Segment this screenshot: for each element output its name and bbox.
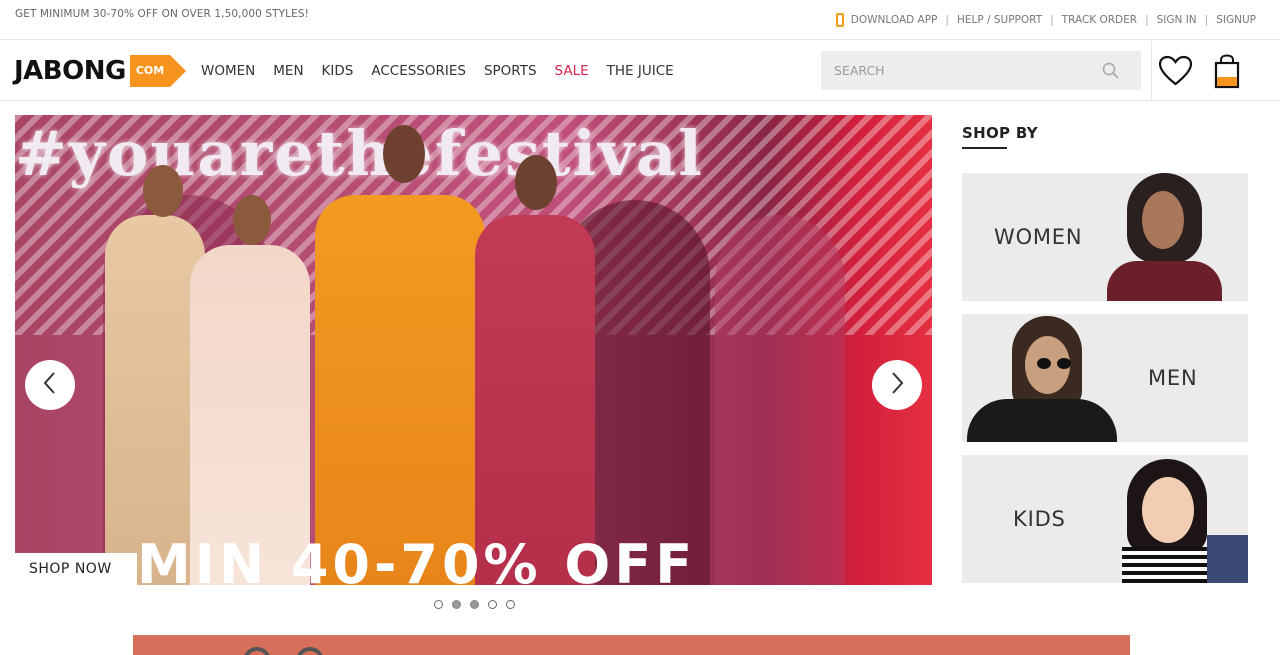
logo-tag: COM (129, 55, 187, 87)
logo-tag-arrow (170, 55, 187, 87)
model-head (233, 195, 271, 245)
nav-men[interactable]: MEN (273, 63, 303, 79)
carousel-dot[interactable] (452, 600, 461, 609)
separator: | (1145, 14, 1149, 26)
kids-model-image (1112, 455, 1248, 583)
shop-by-men-card[interactable]: MEN (962, 314, 1248, 442)
banner-arch (715, 215, 845, 585)
women-model-image (1107, 173, 1227, 301)
logo-name: JABONG (14, 56, 126, 86)
shop-now-button[interactable]: SHOP NOW (15, 553, 137, 585)
carousel-dot[interactable] (434, 600, 443, 609)
main-nav: WOMEN MEN KIDS ACCESSORIES SPORTS SALE T… (201, 63, 692, 79)
help-support-link[interactable]: HELP / SUPPORT (957, 14, 1042, 26)
model-figure (315, 195, 485, 585)
nav-accessories[interactable]: ACCESSORIES (371, 63, 466, 79)
heart-icon[interactable] (1158, 55, 1193, 91)
search-box (821, 51, 1141, 90)
hero-banner[interactable]: #youarethefestival MIN 40-70% OFF SHOP N… (15, 115, 932, 585)
chevron-left-icon (42, 371, 58, 399)
top-bar: GET MINIMUM 30-70% OFF ON OVER 1,50,000 … (0, 0, 1280, 40)
model-head (515, 155, 557, 210)
bag-icon[interactable] (1213, 54, 1241, 93)
track-order-link[interactable]: TRACK ORDER (1062, 14, 1137, 26)
nav-sports[interactable]: SPORTS (484, 63, 537, 79)
logo-tag-text: COM (129, 55, 171, 87)
nav-sale[interactable]: SALE (555, 63, 589, 79)
carousel-dot[interactable] (488, 600, 497, 609)
search-icon[interactable] (1102, 62, 1119, 83)
nav-women[interactable]: WOMEN (201, 63, 255, 79)
chevron-right-icon (889, 371, 905, 399)
main-header: JABONG COM WOMEN MEN KIDS ACCESSORIES SP… (0, 41, 1280, 101)
banner-headline: #youarethefestival (15, 117, 704, 190)
signup-link[interactable]: SIGNUP (1216, 14, 1256, 26)
banner-offer-text: MIN 40-70% OFF (137, 533, 697, 585)
separator: | (1204, 14, 1209, 26)
shop-by-women-label: WOMEN (994, 225, 1083, 249)
next-section-banner (133, 635, 1130, 655)
shop-by-women-card[interactable]: WOMEN (962, 173, 1248, 301)
nav-the-juice[interactable]: THE JUICE (607, 63, 674, 79)
model-figure (475, 215, 595, 585)
download-app-link[interactable]: DOWNLOAD APP (851, 14, 938, 26)
carousel-dot[interactable] (470, 600, 479, 609)
phone-icon (835, 13, 844, 27)
decorative-circle (296, 647, 324, 655)
carousel-dots (434, 600, 524, 609)
search-input[interactable] (821, 51, 1091, 90)
men-model-image (967, 314, 1117, 442)
promo-text: GET MINIMUM 30-70% OFF ON OVER 1,50,000 … (15, 8, 309, 20)
model-head (143, 165, 183, 217)
shop-by-title: SHOP BY (962, 124, 1038, 142)
separator: | (945, 14, 949, 26)
carousel-next-button[interactable] (872, 360, 922, 410)
shop-by-kids-card[interactable]: KIDS (962, 455, 1248, 583)
nav-kids[interactable]: KIDS (322, 63, 354, 79)
shop-by-kids-label: KIDS (1013, 507, 1066, 531)
top-links: DOWNLOAD APP | HELP / SUPPORT | TRACK OR… (835, 13, 1256, 27)
decorative-circle (243, 647, 271, 655)
model-head (383, 125, 425, 183)
logo[interactable]: JABONG COM (14, 55, 187, 87)
carousel-prev-button[interactable] (25, 360, 75, 410)
shop-by-underline (962, 147, 1007, 149)
carousel-dot[interactable] (506, 600, 515, 609)
sign-in-link[interactable]: SIGN IN (1157, 14, 1197, 26)
shop-by-men-label: MEN (1148, 366, 1198, 390)
separator: | (1050, 14, 1054, 26)
header-divider (1151, 41, 1152, 101)
